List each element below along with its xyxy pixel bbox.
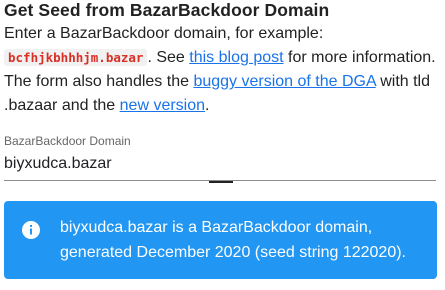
intro-paragraph: Enter a BazarBackdoor domain, for exampl… <box>4 22 438 118</box>
domain-field-label: BazarBackdoor Domain <box>4 134 131 148</box>
buggy-dga-link[interactable]: buggy version of the DGA <box>193 73 375 90</box>
info-icon <box>22 221 40 239</box>
page-title: Get Seed from BazarBackdoor Domain <box>4 0 330 20</box>
intro-prefix: Enter a BazarBackdoor domain, for exampl… <box>4 25 324 42</box>
example-domain-code: bcfhjkbhhhjm.bazar <box>4 49 148 66</box>
intro-see: . See <box>147 49 190 66</box>
domain-input[interactable]: biyxudca.bazar <box>4 154 436 181</box>
text-cursor <box>209 181 233 183</box>
domain-field: BazarBackdoor Domain biyxudca.bazar <box>4 133 436 183</box>
blog-post-link[interactable]: this blog post <box>189 49 283 66</box>
new-version-link[interactable]: new version <box>120 97 205 114</box>
result-message: biyxudca.bazar is a BazarBackdoor domain… <box>60 219 406 261</box>
intro-end: . <box>205 97 210 114</box>
result-alert: biyxudca.bazar is a BazarBackdoor domain… <box>4 201 437 279</box>
page-content: Get Seed from BazarBackdoor Domain Enter… <box>4 0 438 183</box>
